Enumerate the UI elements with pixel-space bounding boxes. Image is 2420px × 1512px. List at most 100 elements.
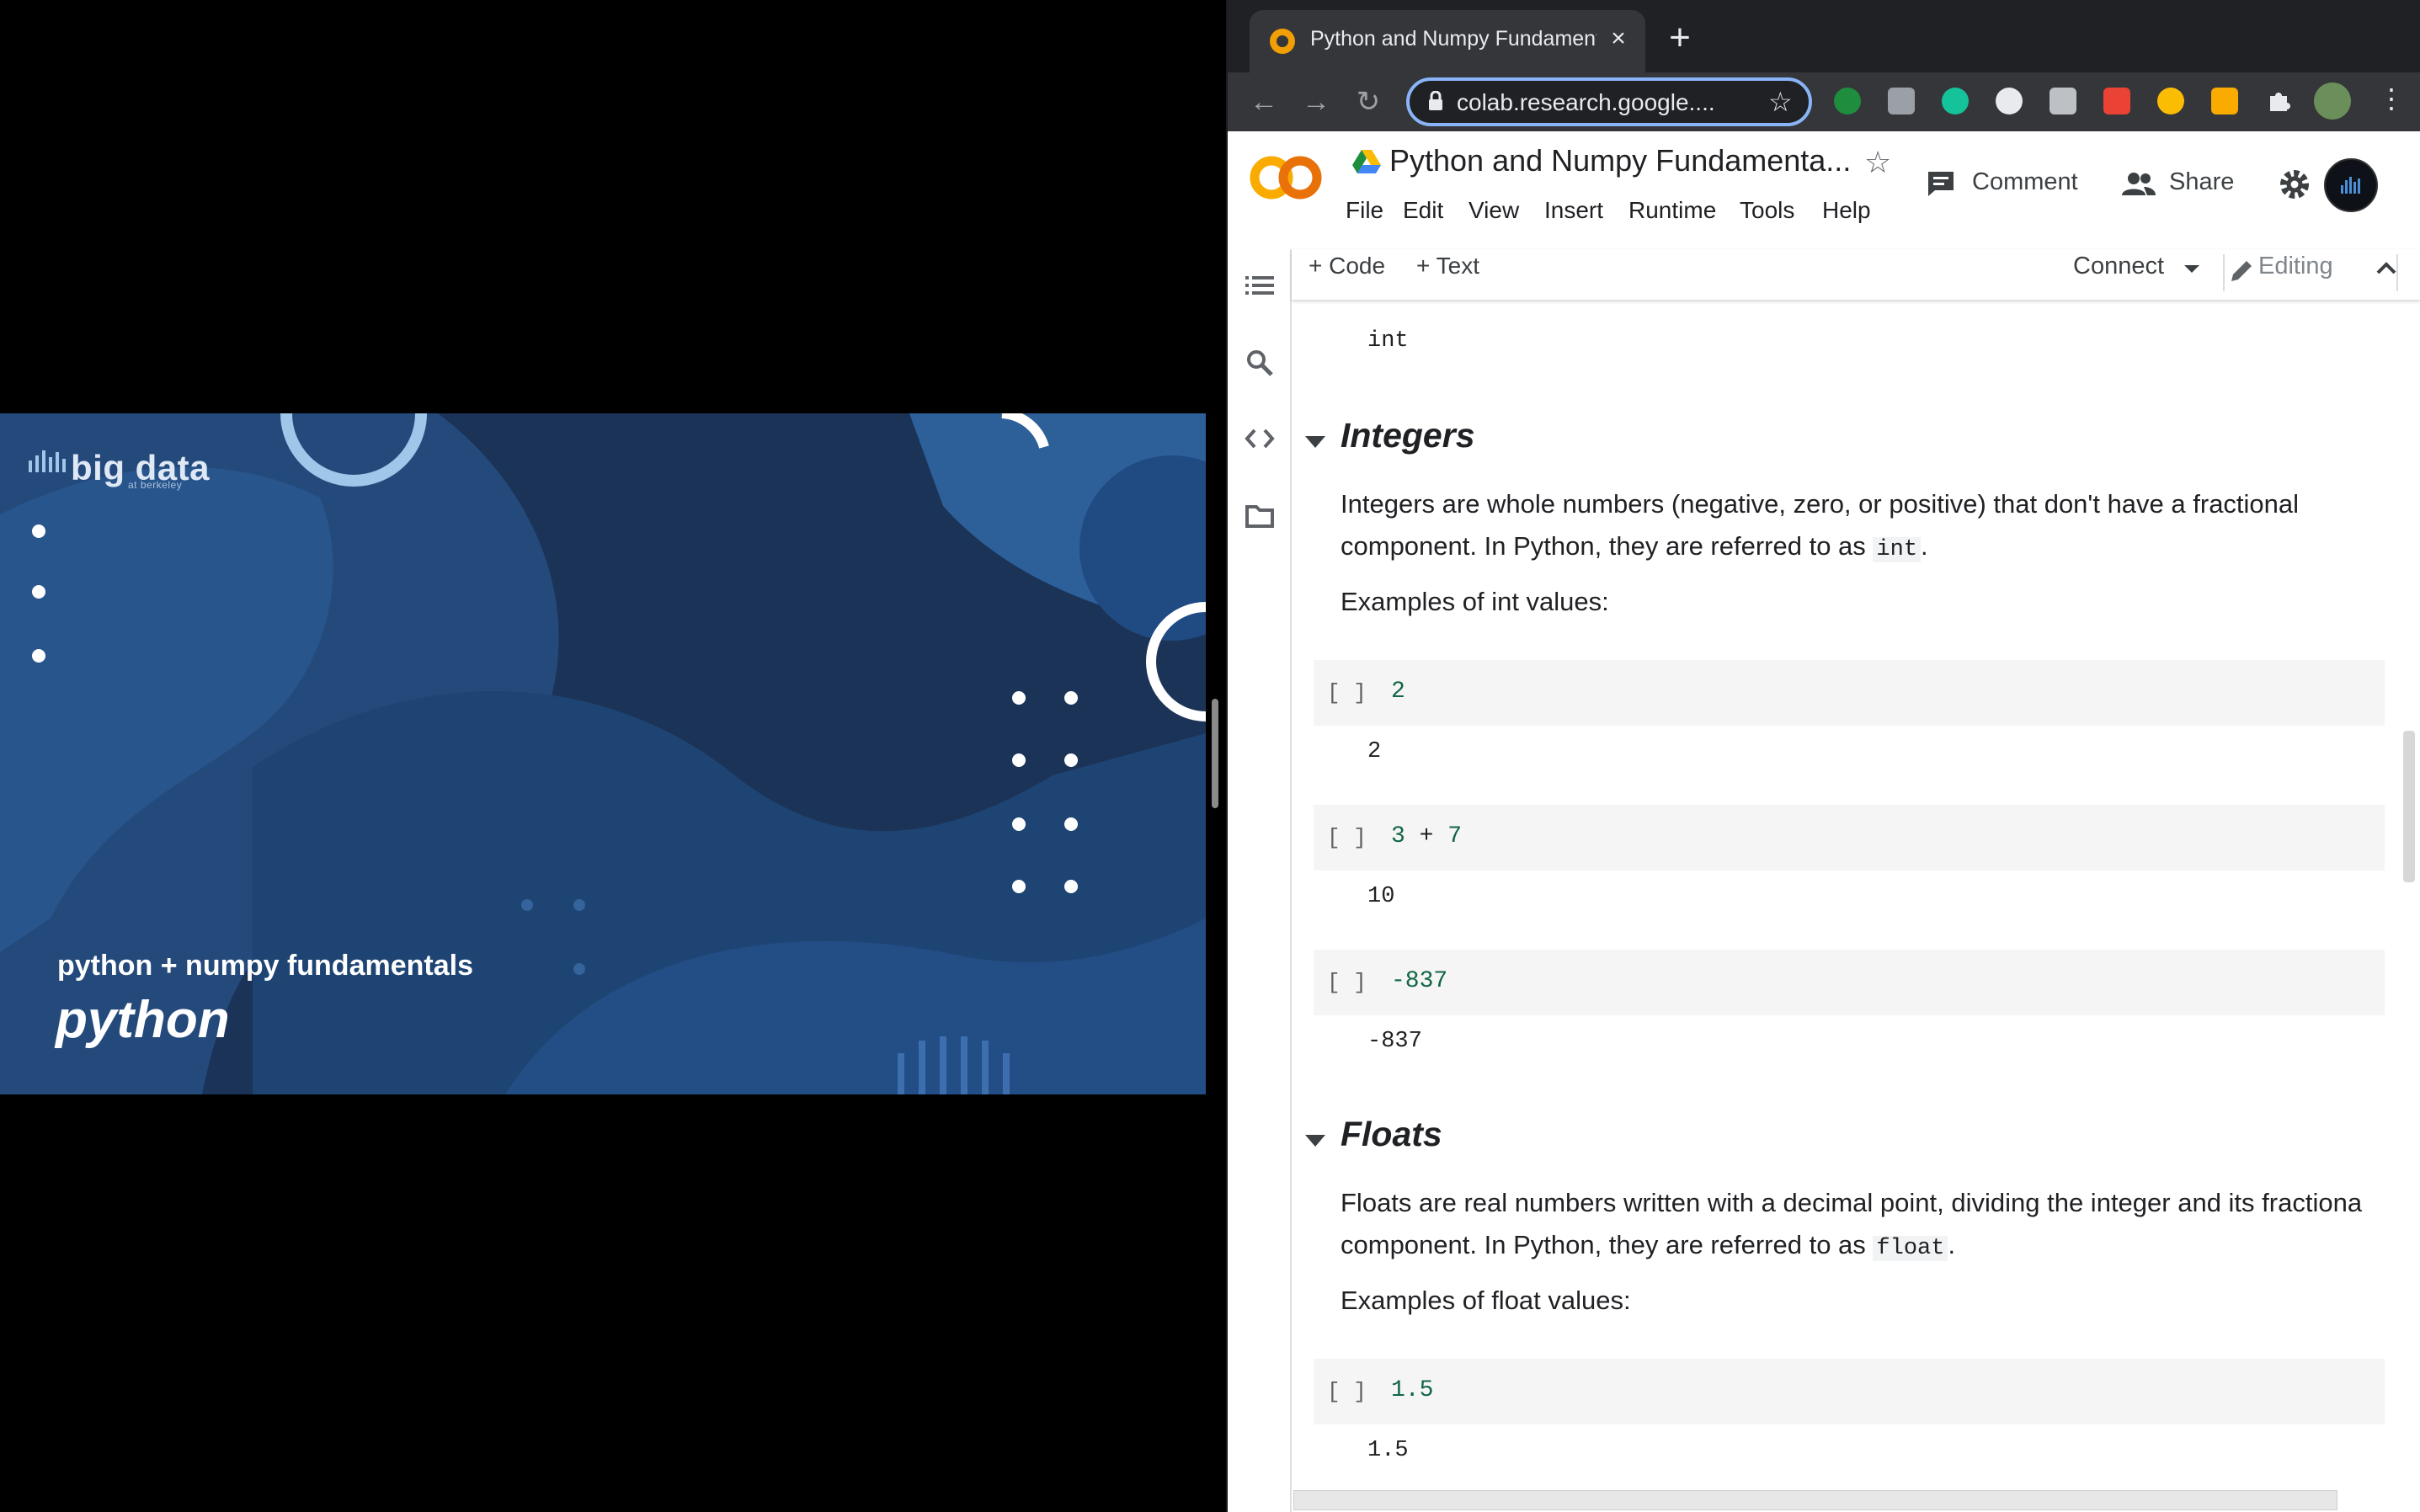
browser-tab[interactable]: Python and Numpy Fundament × xyxy=(1250,10,1645,72)
extension-sun-icon[interactable] xyxy=(2211,88,2238,114)
browser-menu-icon[interactable]: ⋮ xyxy=(2378,83,2405,114)
text-fragment: component. In Python, they are referred … xyxy=(1341,531,1874,561)
slide-brand-sub: at berkeley xyxy=(128,479,183,491)
code-cell[interactable]: [ ] 2 xyxy=(1314,660,2385,726)
reload-icon[interactable]: ↻ xyxy=(1349,83,1388,121)
close-tab-icon[interactable]: × xyxy=(1603,24,1634,54)
notebook-toolbar: + Code + Text Connect Editing xyxy=(1292,249,2420,300)
cell-output: -837 xyxy=(1367,1029,1422,1054)
share-button[interactable]: Share xyxy=(2169,168,2234,196)
cell-output: int xyxy=(1367,328,1409,354)
new-tab-button[interactable]: + xyxy=(1659,19,1701,61)
collapse-header-icon[interactable] xyxy=(2376,261,2396,279)
menu-tools[interactable]: Tools xyxy=(1740,197,1794,224)
add-code-cell-button[interactable]: + Code xyxy=(1309,253,1385,280)
star-notebook-icon[interactable]: ☆ xyxy=(1864,145,1891,180)
section-heading-floats: Floats xyxy=(1341,1115,1442,1153)
text-fragment: . xyxy=(1948,1230,1956,1259)
code-cell[interactable]: [ ] -837 xyxy=(1314,950,2385,1015)
integers-examples-label: Examples of int values: xyxy=(1341,587,1609,616)
code-cell[interactable]: [ ] 1.5 xyxy=(1314,1359,2385,1424)
tab-title: Python and Numpy Fundament xyxy=(1310,27,1596,51)
cell-code[interactable]: 3 + 7 xyxy=(1391,823,1462,849)
side-rail xyxy=(1228,249,1292,1512)
menu-view[interactable]: View xyxy=(1469,197,1519,224)
colab-header: Python and Numpy Fundamenta... ☆ File Ed… xyxy=(1228,131,2420,249)
floats-examples-label: Examples of float values: xyxy=(1341,1286,1631,1315)
section-collapse-icon[interactable] xyxy=(1305,1135,1325,1147)
browser-toolbar: ← → ↻ colab.research.google.... ☆ ⋮ xyxy=(1228,72,2420,131)
inline-code: int xyxy=(1873,537,1922,562)
colab-logo[interactable] xyxy=(1250,153,1322,202)
grammarly-icon[interactable] xyxy=(1942,88,1969,114)
files-folder-icon[interactable] xyxy=(1243,503,1277,537)
integers-description-line1: Integers are whole numbers (negative, ze… xyxy=(1341,489,2300,519)
video-panel: big data at berkeley python + numpy fund… xyxy=(0,0,1226,1512)
run-cell-button[interactable]: [ ] xyxy=(1327,1379,1367,1404)
run-cell-button[interactable]: [ ] xyxy=(1327,970,1367,995)
toolbar-separator xyxy=(2223,254,2225,291)
menu-help[interactable]: Help xyxy=(1822,197,1871,224)
account-avatar[interactable] xyxy=(2324,158,2378,212)
back-icon[interactable]: ← xyxy=(1245,83,1283,121)
profile-avatar[interactable] xyxy=(2314,83,2351,120)
notebook-content: int Integers Integers are whole numbers … xyxy=(1293,300,2420,1512)
url-text[interactable]: colab.research.google.... xyxy=(1457,89,1715,116)
editing-mode-button[interactable]: Editing xyxy=(2258,253,2333,280)
integers-description-line2: component. In Python, they are referred … xyxy=(1341,525,2420,571)
colab-favicon-icon xyxy=(1270,29,1295,54)
toolbar-separator xyxy=(2396,254,2398,291)
cell-code[interactable]: 2 xyxy=(1391,679,1405,705)
text-fragment: . xyxy=(1921,531,1928,561)
tab-strip: Python and Numpy Fundament × + xyxy=(1228,0,2420,72)
extension-brackets-icon[interactable] xyxy=(1996,88,2023,114)
run-cell-button[interactable]: [ ] xyxy=(1327,680,1367,705)
text-fragment: component. In Python, they are referred … xyxy=(1341,1230,1874,1259)
forward-icon[interactable]: → xyxy=(1297,83,1335,121)
cell-code[interactable]: -837 xyxy=(1391,968,1447,994)
add-text-cell-button[interactable]: + Text xyxy=(1416,253,1479,280)
extension-p-icon[interactable] xyxy=(2050,88,2076,114)
section-heading-integers: Integers xyxy=(1341,416,1475,455)
bookmark-star-icon[interactable]: ☆ xyxy=(1768,86,1793,118)
lock-icon xyxy=(1428,90,1443,116)
cell-code[interactable]: 1.5 xyxy=(1391,1377,1433,1403)
code-snippets-icon[interactable] xyxy=(1243,426,1277,460)
cell-output: 10 xyxy=(1367,884,1395,909)
google-drive-icon xyxy=(1352,150,1381,173)
comment-icon[interactable] xyxy=(1927,170,1955,201)
inline-code: float xyxy=(1873,1236,1948,1261)
notebook-title[interactable]: Python and Numpy Fundamenta... xyxy=(1389,143,1851,178)
address-bar[interactable]: colab.research.google.... ☆ xyxy=(1406,77,1812,126)
cell-output: 2 xyxy=(1367,739,1382,764)
run-cell-button[interactable]: [ ] xyxy=(1327,825,1367,850)
extension-tp-icon[interactable] xyxy=(2103,88,2130,114)
menu-insert[interactable]: Insert xyxy=(1544,197,1603,224)
extension-green-icon[interactable] xyxy=(1834,88,1861,114)
vertical-scrollbar[interactable] xyxy=(2403,731,2415,882)
connect-dropdown-icon[interactable] xyxy=(2184,263,2199,278)
table-of-contents-icon[interactable] xyxy=(1243,273,1277,306)
edit-pencil-icon xyxy=(2228,258,2255,289)
code-operator: + xyxy=(1419,823,1434,849)
extensions-puzzle-icon[interactable] xyxy=(2265,88,2292,114)
search-icon[interactable] xyxy=(1243,349,1277,382)
share-people-icon[interactable] xyxy=(2122,172,2156,200)
extension-hand-icon[interactable] xyxy=(2157,88,2184,114)
section-collapse-icon[interactable] xyxy=(1305,436,1325,448)
settings-gear-icon[interactable] xyxy=(2279,168,2311,205)
split-resize-handle[interactable] xyxy=(1212,699,1218,808)
floats-description-line1: Floats are real numbers written with a d… xyxy=(1341,1188,2363,1217)
comment-button[interactable]: Comment xyxy=(1972,168,2078,196)
code-cell[interactable]: [ ] 3 + 7 xyxy=(1314,805,2385,870)
floats-description-line2: component. In Python, they are referred … xyxy=(1341,1224,2420,1270)
menu-runtime[interactable]: Runtime xyxy=(1628,197,1716,224)
extension-k-icon[interactable] xyxy=(1888,88,1915,114)
horizontal-scrollbar[interactable] xyxy=(1293,1490,2337,1510)
connect-button[interactable]: Connect xyxy=(2073,253,2164,280)
code-number: 3 xyxy=(1391,823,1405,849)
code-number: 7 xyxy=(1447,823,1463,849)
cell-output: 1.5 xyxy=(1367,1438,1409,1463)
menu-edit[interactable]: Edit xyxy=(1403,197,1443,224)
menu-file[interactable]: File xyxy=(1346,197,1383,224)
